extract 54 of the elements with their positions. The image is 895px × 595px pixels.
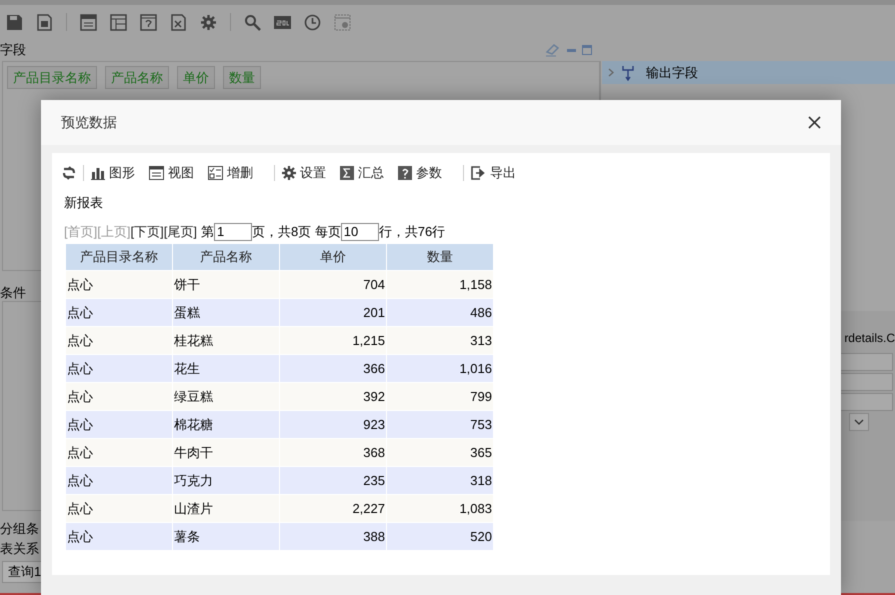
document-icon[interactable]	[36, 14, 53, 30]
help-icon[interactable]	[140, 14, 157, 30]
close-icon[interactable]	[808, 116, 821, 129]
chevron-right-icon[interactable]	[608, 68, 614, 77]
table-cell: 388	[280, 522, 386, 550]
clock-icon[interactable]	[304, 14, 321, 30]
table-icon[interactable]	[110, 14, 127, 30]
table-cell: 点心	[66, 522, 172, 550]
pager-text: 行，共76行	[378, 223, 446, 242]
column-header: 产品目录名称	[66, 244, 172, 270]
checklist-icon	[208, 166, 223, 180]
chevron-down-icon	[854, 419, 864, 425]
pager-link[interactable]: [下页]	[130, 222, 164, 242]
export-icon	[471, 166, 486, 180]
fork-icon	[622, 64, 634, 80]
settings-icon	[282, 166, 296, 180]
pager-text: 页，共8页 每页	[252, 223, 341, 242]
section-label: 表关系	[0, 540, 39, 558]
report-title: 新报表	[64, 194, 103, 212]
layout-icon[interactable]	[80, 14, 97, 30]
eraser-icon	[545, 43, 561, 57]
help-icon	[398, 166, 412, 180]
sigma-icon	[340, 166, 354, 180]
dropdown[interactable]	[849, 413, 869, 431]
toolbar-button[interactable]: 设置	[282, 163, 326, 183]
section-label: 条件	[0, 284, 26, 301]
table-cell: 520	[386, 522, 494, 550]
layout-icon	[149, 166, 164, 180]
page-input[interactable]: 10	[340, 223, 379, 241]
toolbar-button[interactable]: 图形	[91, 163, 135, 183]
dialog-title: 预览数据	[61, 113, 117, 132]
refresh-icon[interactable]	[62, 166, 76, 180]
section-label: 字段	[0, 41, 26, 60]
sql-icon[interactable]	[274, 14, 291, 30]
save-icon[interactable]	[6, 14, 23, 30]
tree-item[interactable]: 输出字段	[602, 61, 895, 84]
export-icon[interactable]	[170, 14, 187, 30]
column-header: 数量	[386, 244, 494, 270]
section-label: 分组条	[0, 520, 39, 538]
toolbar-button[interactable]: 视图	[149, 163, 194, 183]
toolbar-button[interactable]: 参数	[398, 163, 442, 183]
pager-link[interactable]: [尾页]	[164, 222, 197, 242]
pager-text: 第	[200, 223, 214, 242]
toolbar-button[interactable]: 增删	[208, 163, 253, 183]
column-header: 产品名称	[172, 244, 280, 270]
table-cell: 薯条	[172, 522, 280, 550]
settings-icon[interactable]	[200, 14, 217, 30]
page-input[interactable]: 1	[214, 223, 252, 241]
toolbar-button[interactable]: 导出	[471, 163, 516, 183]
toolbar-button[interactable]: 汇总	[340, 163, 384, 183]
search-icon[interactable]	[244, 14, 261, 30]
bar-chart-icon	[91, 166, 105, 180]
column-header: 单价	[280, 244, 386, 270]
property-value: rdetails.C	[844, 330, 895, 347]
